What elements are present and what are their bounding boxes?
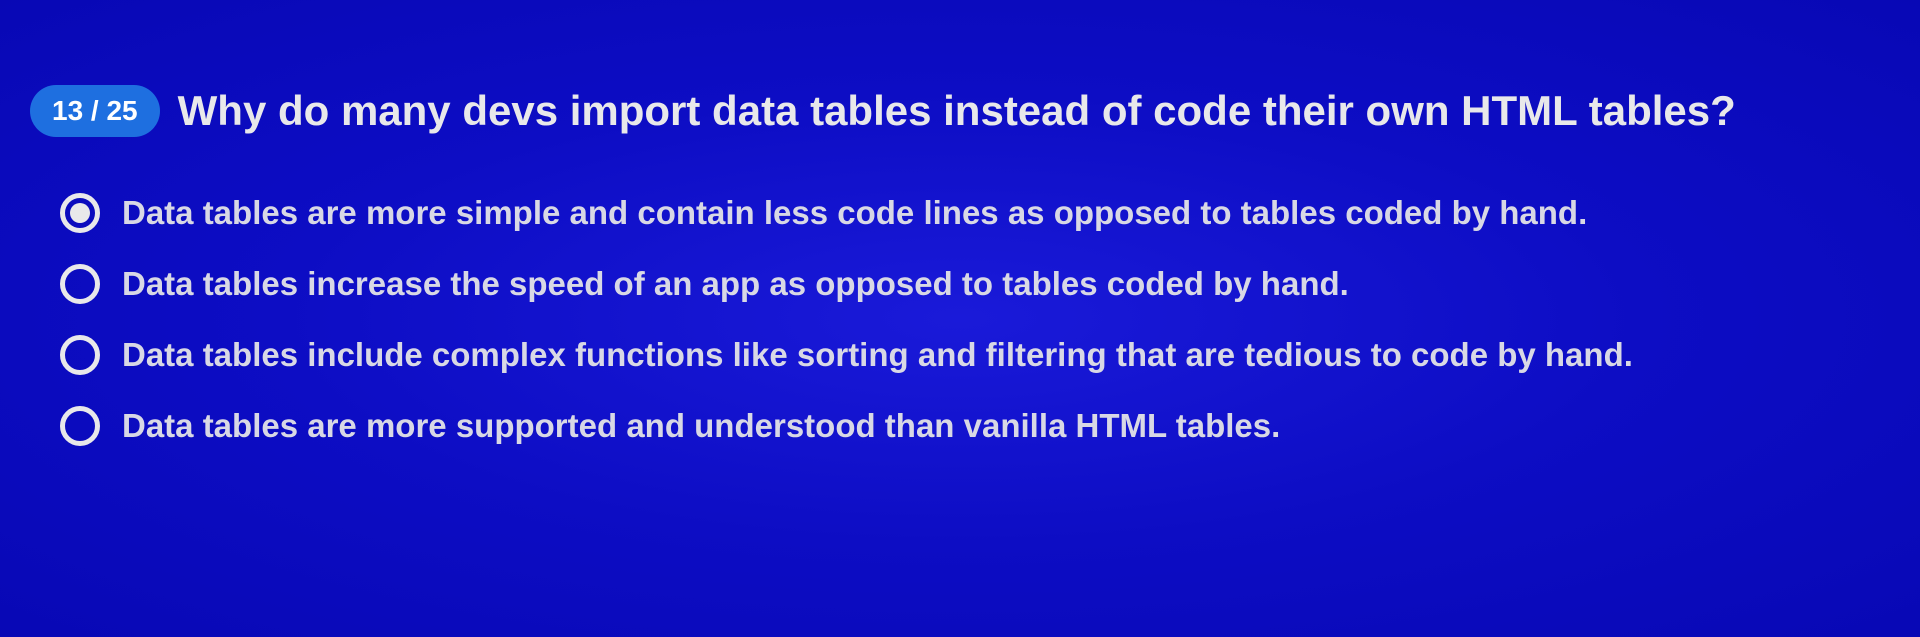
option-2[interactable]: Data tables increase the speed of an app… — [60, 263, 1890, 306]
option-4[interactable]: Data tables are more supported and under… — [60, 405, 1890, 448]
option-label: Data tables include complex functions li… — [122, 334, 1633, 377]
radio-icon[interactable] — [60, 406, 100, 446]
option-1[interactable]: Data tables are more simple and contain … — [60, 192, 1890, 235]
question-header: 13 / 25 Why do many devs import data tab… — [30, 85, 1890, 137]
radio-icon[interactable] — [60, 193, 100, 233]
question-counter-badge: 13 / 25 — [30, 85, 160, 137]
option-3[interactable]: Data tables include complex functions li… — [60, 334, 1890, 377]
option-label: Data tables are more supported and under… — [122, 405, 1280, 448]
radio-icon[interactable] — [60, 335, 100, 375]
option-label: Data tables increase the speed of an app… — [122, 263, 1349, 306]
options-container: Data tables are more simple and contain … — [30, 192, 1890, 448]
radio-icon[interactable] — [60, 264, 100, 304]
option-label: Data tables are more simple and contain … — [122, 192, 1587, 235]
question-text: Why do many devs import data tables inst… — [178, 86, 1736, 136]
